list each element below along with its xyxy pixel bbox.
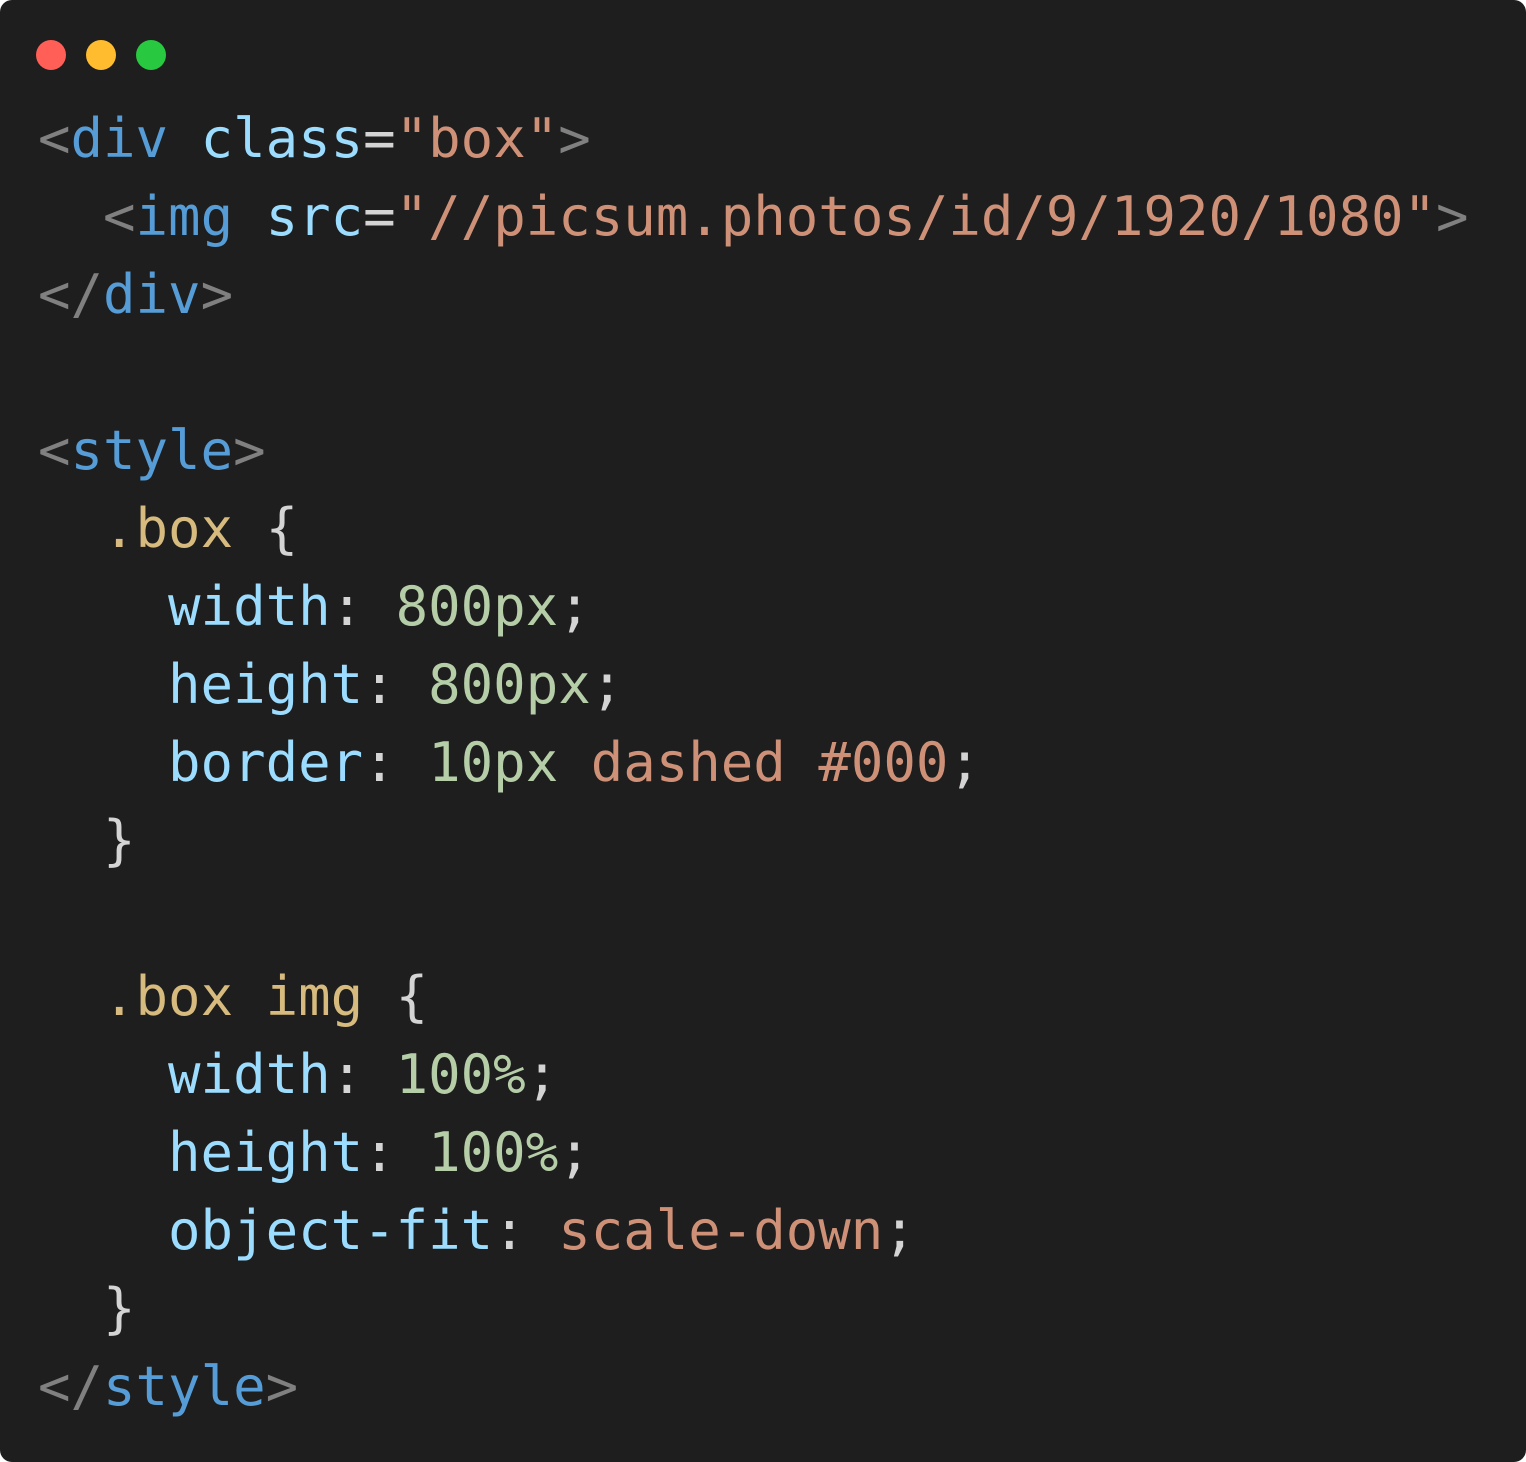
- code-token-plain: {: [363, 965, 429, 1028]
- maximize-button[interactable]: [136, 40, 166, 70]
- code-token-plain: ;: [525, 1043, 559, 1106]
- code-token-punct: </: [38, 263, 104, 326]
- code-token-tag: style: [103, 1355, 266, 1418]
- code-token-eq: =: [363, 185, 396, 248]
- code-token-punct: >: [233, 419, 266, 482]
- code-line: </style>: [38, 1348, 1469, 1426]
- code-token-tag: div: [103, 263, 201, 326]
- code-token-tag: style: [70, 419, 234, 482]
- code-token-num: 800px: [395, 575, 559, 638]
- code-token-prop: height: [168, 653, 364, 716]
- code-line: width: 800px;: [38, 568, 1469, 646]
- code-token-sel: .box img: [103, 965, 364, 1028]
- code-line: height: 800px;: [38, 646, 1469, 724]
- code-token-punct: </: [38, 1355, 104, 1418]
- code-token-prop: width: [168, 575, 331, 638]
- code-token-num: 10px: [428, 731, 559, 794]
- code-token-prop: border: [168, 731, 364, 794]
- code-line: }: [38, 1270, 1469, 1348]
- code-token-eq: =: [363, 107, 396, 170]
- code-line: width: 100%;: [38, 1036, 1469, 1114]
- code-token-prop: height: [168, 1121, 364, 1184]
- code-line: }: [38, 802, 1469, 880]
- code-token-punct: >: [1436, 185, 1469, 248]
- code-token-num: 100%: [395, 1043, 526, 1106]
- code-token-str: "//picsum.photos/id/9/1920/1080": [395, 185, 1437, 248]
- code-token-punct: <: [38, 419, 71, 482]
- code-token-plain: :: [363, 1121, 429, 1184]
- code-token-plain: ;: [883, 1199, 916, 1262]
- code-line: height: 100%;: [38, 1114, 1469, 1192]
- code-token-plain: }: [38, 1277, 136, 1340]
- code-block: <div class="box"> <img src="//picsum.pho…: [38, 100, 1469, 1426]
- code-line: border: 10px dashed #000;: [38, 724, 1469, 802]
- minimize-button[interactable]: [86, 40, 116, 70]
- code-line: .box {: [38, 490, 1469, 568]
- window-controls: [36, 40, 166, 70]
- code-window: <div class="box"> <img src="//picsum.pho…: [0, 0, 1526, 1462]
- code-token-plain: :: [363, 731, 429, 794]
- code-token-plain: ;: [558, 1121, 591, 1184]
- code-token-prop: object-fit: [168, 1199, 494, 1262]
- code-line: .box img {: [38, 958, 1469, 1036]
- code-token-plain: ;: [590, 653, 624, 716]
- code-token-str: #000: [818, 731, 949, 794]
- close-button[interactable]: [36, 40, 66, 70]
- code-token-num: 100%: [428, 1121, 559, 1184]
- code-token-tag: img: [135, 185, 234, 248]
- code-token-plain: ;: [558, 575, 591, 638]
- code-line: </div>: [38, 256, 1469, 334]
- code-token-punct: >: [558, 107, 591, 170]
- code-token-sel: .box: [103, 497, 234, 560]
- code-token-plain: :: [330, 575, 396, 638]
- code-token-attr: src: [265, 185, 364, 248]
- code-token-plain: :: [330, 1043, 396, 1106]
- code-token-prop: width: [168, 1043, 331, 1106]
- code-line: object-fit: scale-down;: [38, 1192, 1469, 1270]
- code-token-str: scale-down: [558, 1199, 884, 1262]
- code-token-punct: <: [103, 185, 136, 248]
- code-line: <div class="box">: [38, 100, 1469, 178]
- code-line: <style>: [38, 412, 1469, 490]
- code-token-plain: {: [233, 497, 299, 560]
- code-token-punct: >: [265, 1355, 299, 1418]
- code-token-attr: class: [200, 107, 364, 170]
- code-token-tag: div: [70, 107, 169, 170]
- code-token-plain: ;: [948, 731, 981, 794]
- code-token-num: 800px: [428, 653, 591, 716]
- code-token-plain: }: [38, 809, 136, 872]
- code-line: <img src="//picsum.photos/id/9/1920/1080…: [38, 178, 1469, 256]
- code-token-plain: :: [493, 1199, 559, 1262]
- code-token-punct: >: [200, 263, 234, 326]
- code-token-punct: <: [38, 107, 71, 170]
- code-token-str: dashed: [590, 731, 786, 794]
- code-token-str: "box": [395, 107, 559, 170]
- code-token-plain: :: [363, 653, 429, 716]
